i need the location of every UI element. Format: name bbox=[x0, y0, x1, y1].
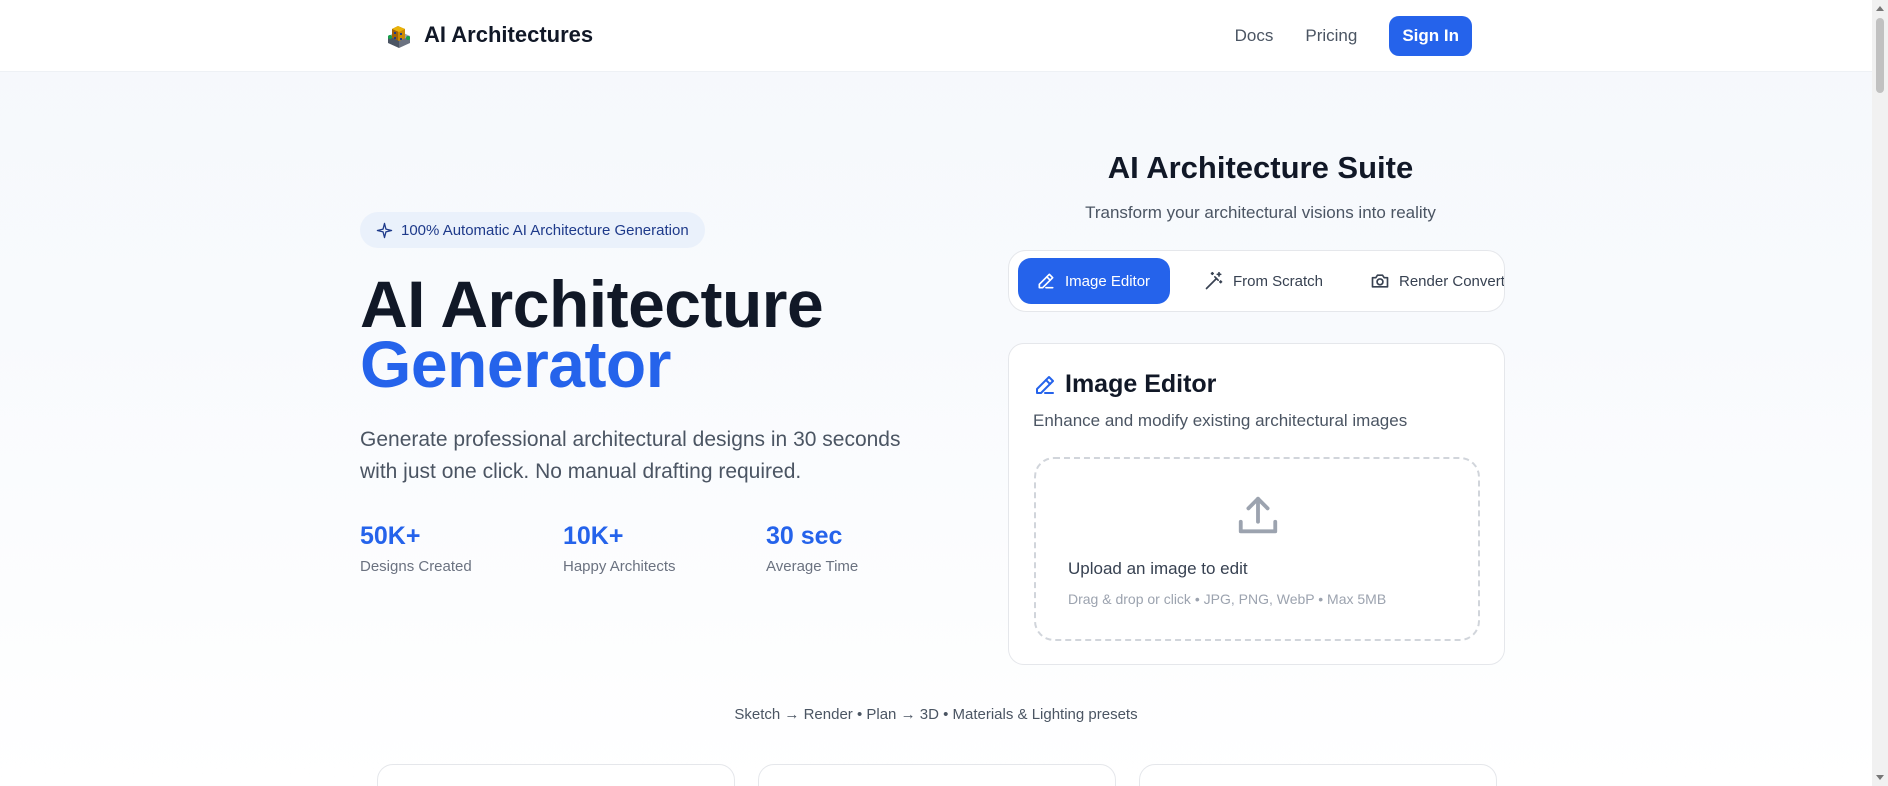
tab-label: Render Converte bbox=[1399, 272, 1505, 290]
upload-icon bbox=[1238, 496, 1278, 534]
badge-text: 100% Automatic AI Architecture Generatio… bbox=[401, 221, 689, 239]
tab-label: Image Editor bbox=[1065, 272, 1151, 290]
suite-title: AI Architecture Suite bbox=[1107, 150, 1414, 185]
nav-pricing-link[interactable]: Pricing bbox=[1305, 26, 1357, 46]
pencil-icon bbox=[1036, 375, 1054, 394]
stat-label: Average Time bbox=[766, 558, 859, 575]
stat-label: Happy Architects bbox=[563, 558, 676, 575]
building-logo-icon bbox=[388, 26, 410, 48]
workflow-caption: Sketch → Render • Plan → 3D • Materials … bbox=[734, 706, 1138, 723]
stat-value: 30 sec bbox=[766, 522, 843, 550]
hero-title-line1: AI Architecture bbox=[360, 267, 824, 341]
sign-in-button[interactable]: Sign In bbox=[1389, 16, 1472, 56]
sparkle-icon bbox=[376, 222, 393, 238]
card-title: Image Editor bbox=[1065, 370, 1217, 398]
scroll-up-arrow-icon[interactable] bbox=[1876, 6, 1884, 11]
feature-card bbox=[758, 764, 1116, 786]
brand-name: AI Architectures bbox=[424, 22, 594, 47]
feature-card bbox=[377, 764, 735, 786]
tab-label: From Scratch bbox=[1233, 272, 1324, 290]
stat-value: 10K+ bbox=[563, 522, 624, 550]
tab-render-converter[interactable]: Render Converte bbox=[1352, 258, 1505, 304]
site-header: AI Architectures Docs Pricing Sign In bbox=[0, 0, 1872, 72]
main-nav: Docs Pricing Sign In bbox=[1235, 16, 1472, 56]
tab-from-scratch[interactable]: From Scratch bbox=[1186, 258, 1337, 304]
hero-title: AI Architecture Generator bbox=[360, 267, 824, 401]
suite-subtitle: Transform your architectural visions int… bbox=[1085, 203, 1436, 222]
image-editor-card: Image Editor Enhance and modify existing… bbox=[1008, 343, 1505, 665]
stat-architects: 10K+ Happy Architects bbox=[563, 520, 766, 575]
magic-wand-icon bbox=[1205, 271, 1223, 290]
card-subtitle: Enhance and modify existing architectura… bbox=[1033, 411, 1408, 430]
brand[interactable]: AI Architectures bbox=[384, 20, 593, 50]
scroll-down-arrow-icon[interactable] bbox=[1876, 775, 1884, 780]
stat-designs: 50K+ Designs Created bbox=[360, 520, 563, 575]
tab-image-editor[interactable]: Image Editor bbox=[1018, 258, 1170, 304]
tool-tabs: Image Editor From Scratch Render Convert… bbox=[1008, 250, 1505, 312]
stats-row: 50K+ Designs Created 10K+ Happy Architec… bbox=[360, 520, 969, 575]
stat-value: 50K+ bbox=[360, 522, 421, 550]
upload-title: Upload an image to edit bbox=[1068, 559, 1248, 578]
card-header: Image Editor bbox=[1033, 370, 1216, 399]
feature-card bbox=[1139, 764, 1497, 786]
stat-label: Designs Created bbox=[360, 558, 472, 575]
automatic-badge: 100% Automatic AI Architecture Generatio… bbox=[360, 212, 705, 248]
nav-docs-link[interactable]: Docs bbox=[1235, 26, 1274, 46]
scroll-thumb[interactable] bbox=[1876, 18, 1884, 93]
camera-icon bbox=[1371, 274, 1389, 288]
hero-description: Generate professional architectural desi… bbox=[360, 428, 901, 483]
hero-title-line2: Generator bbox=[360, 327, 671, 401]
upload-dropzone[interactable]: Upload an image to edit Drag & drop or c… bbox=[1034, 457, 1480, 641]
pencil-icon bbox=[1038, 273, 1054, 289]
upload-hint: Drag & drop or click • JPG, PNG, WebP • … bbox=[1068, 591, 1387, 607]
stat-time: 30 sec Average Time bbox=[766, 520, 969, 575]
page-scrollbar[interactable] bbox=[1872, 0, 1888, 786]
